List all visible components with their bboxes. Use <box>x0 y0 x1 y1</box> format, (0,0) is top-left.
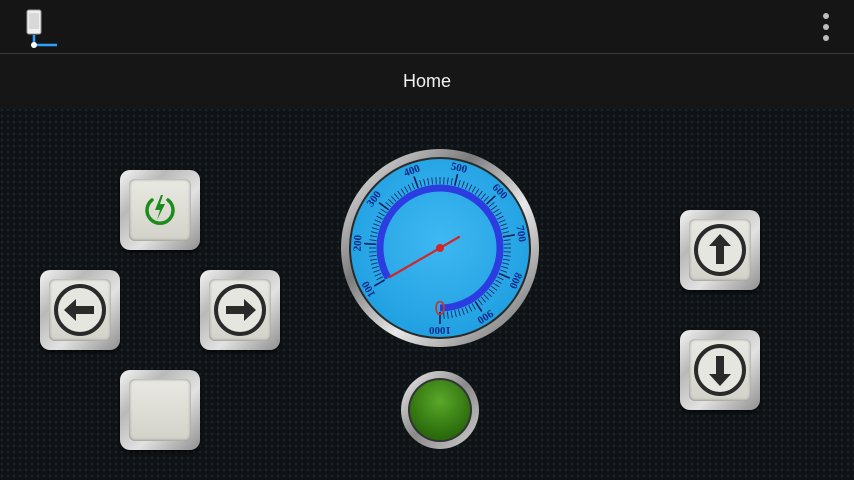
down-arrow-button[interactable] <box>680 330 760 410</box>
status-indicator-light[interactable] <box>400 370 480 450</box>
gauge: 100 200 300 400 500 600 700 800 900 1000 0 <box>340 148 540 348</box>
arrow-up-icon <box>694 224 746 276</box>
left-arrow-button[interactable] <box>40 270 120 350</box>
power-icon <box>145 195 175 225</box>
gauge-tick-label: 200 <box>352 234 365 252</box>
title-bar: Home <box>0 54 854 109</box>
device-connection-icon[interactable] <box>22 8 62 52</box>
more-vertical-icon <box>823 13 829 19</box>
gauge-needle-hub <box>436 244 444 252</box>
gauge-tick-label: 1000 <box>429 324 452 336</box>
gauge-value: 0 <box>434 298 445 320</box>
right-arrow-button[interactable] <box>200 270 280 350</box>
arrow-down-icon <box>694 344 746 396</box>
page-title: Home <box>402 71 451 91</box>
gauge-tick <box>364 242 377 246</box>
overflow-menu-button[interactable] <box>814 10 838 46</box>
arrow-left-icon <box>54 284 106 336</box>
gauge-dial: 100200300400 5006007008009001000 0 <box>341 149 539 347</box>
blank-square <box>129 379 191 441</box>
blank-button[interactable] <box>120 370 200 450</box>
up-arrow-button[interactable] <box>680 210 760 290</box>
arrow-right-icon <box>214 284 266 336</box>
action-bar <box>0 0 854 54</box>
power-button[interactable] <box>120 170 200 250</box>
